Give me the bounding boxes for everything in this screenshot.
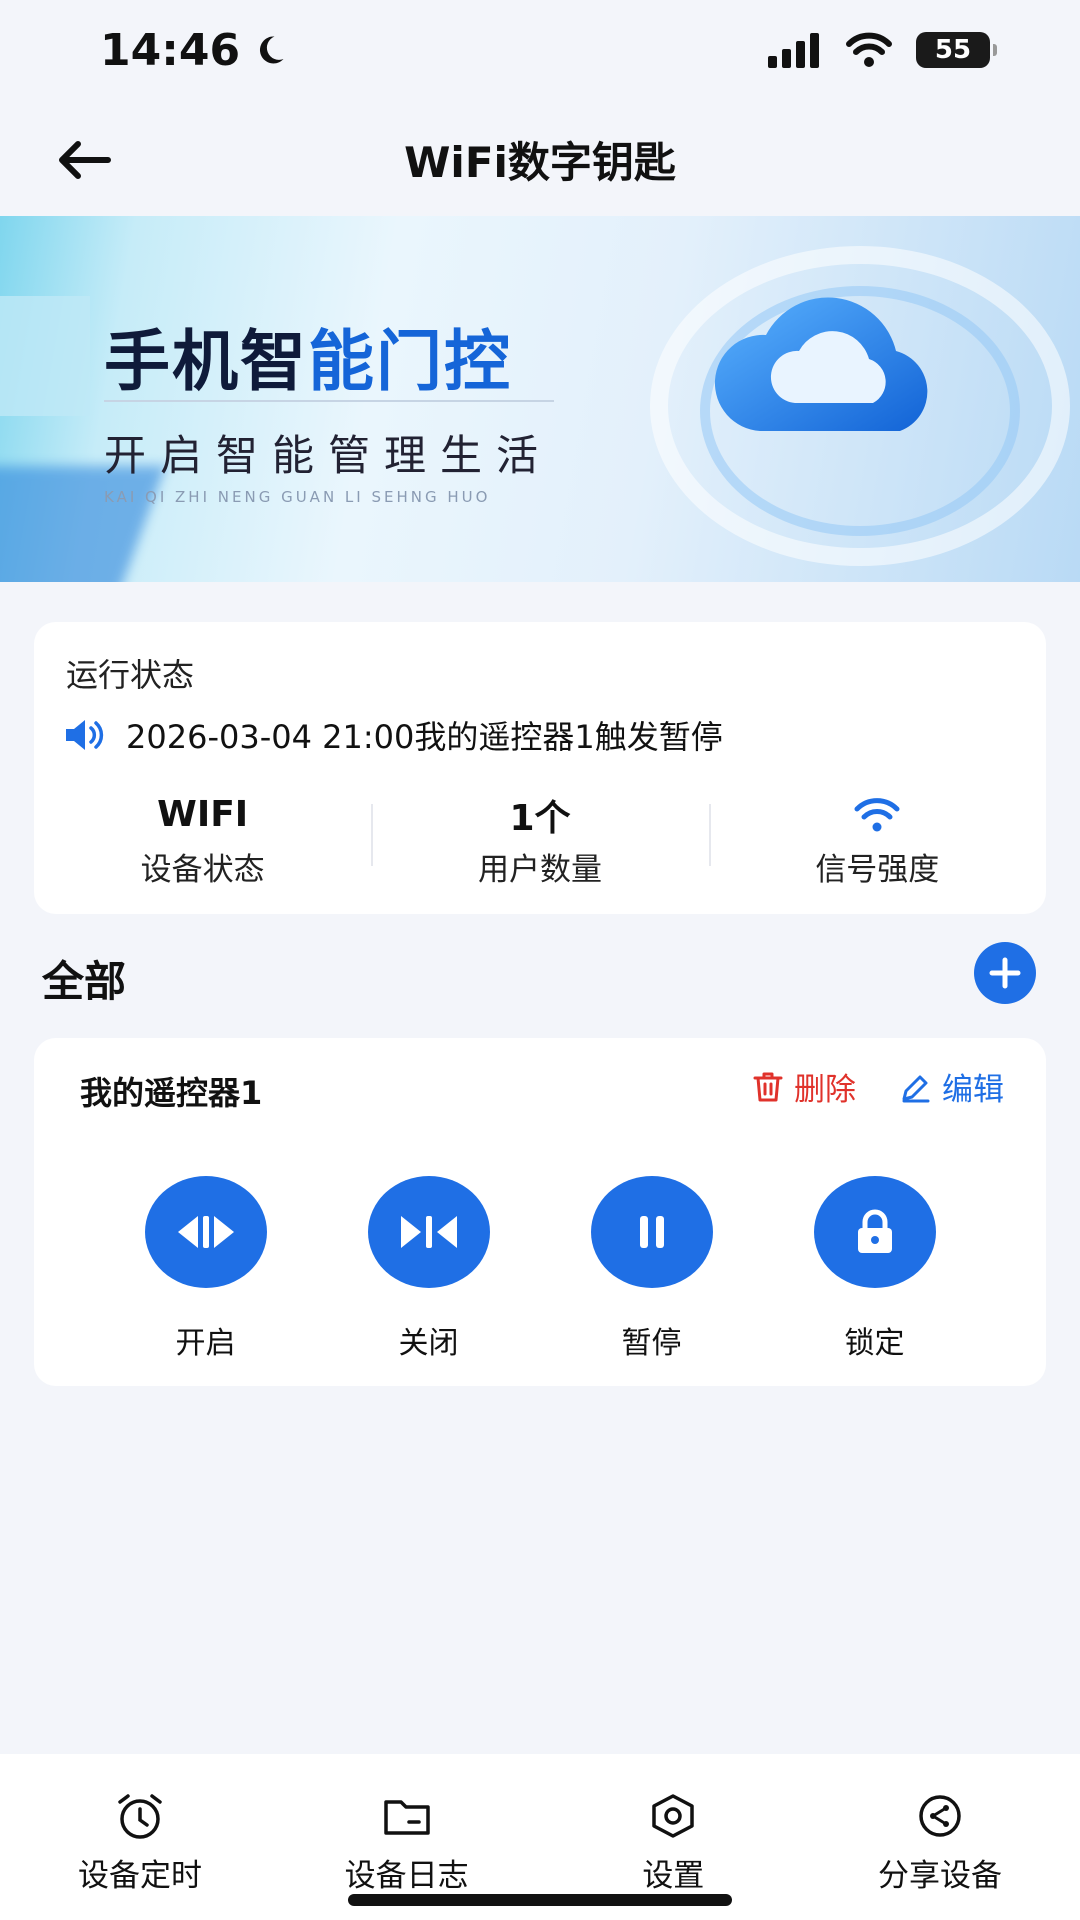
hexagon-settings-icon: [652, 1794, 695, 1838]
close-label: 关闭: [398, 1326, 459, 1361]
banner-subtitle: 开启智能管理生活: [104, 431, 553, 480]
status-time: 14:46: [100, 25, 288, 76]
control-lock[interactable]: 锁定: [805, 1176, 945, 1362]
status-card-label: 运行状态: [66, 656, 195, 694]
page-title: WiFi数字钥匙: [404, 137, 676, 187]
control-close[interactable]: 关闭: [359, 1176, 499, 1362]
tab-label: 设备日志: [344, 1858, 469, 1894]
stat-value: WIFI: [157, 794, 249, 835]
pencil-icon: [902, 1075, 930, 1102]
back-button[interactable]: [52, 128, 116, 192]
lock-button[interactable]: [813, 1176, 936, 1288]
wifi-icon: [846, 32, 892, 67]
clock-text: 14:46: [100, 24, 241, 76]
banner-title-part2: 能门控: [308, 323, 512, 400]
wifi-signal-icon: [854, 797, 900, 831]
add-device-button[interactable]: [974, 942, 1036, 1004]
control-pause[interactable]: 暂停: [582, 1176, 722, 1362]
stat-value: 1个: [509, 797, 571, 839]
trash-icon: [753, 1072, 783, 1101]
stat-label: 用户数量: [477, 851, 602, 888]
device-controls: 开启 关闭 暂停 锁定: [34, 1176, 1046, 1362]
section-title: 全部: [42, 957, 127, 1006]
stat-label: 信号强度: [815, 851, 940, 888]
status-notice: 2026-03-04 21:00我的遥控器1触发暂停: [64, 712, 723, 758]
status-notice-text: 2026-03-04 21:00我的遥控器1触发暂停: [126, 718, 723, 756]
banner-title-part1: 手机智: [104, 323, 308, 400]
folder-icon: [383, 1800, 430, 1835]
tab-label: 设置: [642, 1858, 705, 1894]
speaker-icon: [66, 720, 104, 750]
stat-label: 设备状态: [140, 851, 265, 888]
device-actions: 删除 编辑: [752, 1064, 1004, 1109]
lock-icon: [857, 1209, 892, 1253]
stats-row: WIFI 设备状态 1个 用户数量 信号强度: [34, 790, 1046, 890]
pause-label: 暂停: [621, 1326, 682, 1361]
stat-user-count: 1个 用户数量: [371, 790, 708, 890]
edit-button[interactable]: 编辑: [900, 1064, 1004, 1109]
tab-label: 分享设备: [877, 1858, 1002, 1894]
status-indicators: 55: [768, 32, 997, 68]
alarm-clock-icon: [118, 1794, 162, 1839]
edit-label: 编辑: [942, 1072, 1004, 1108]
cloud-icon: [714, 297, 928, 431]
banner-pinyin: KAI QI ZHI NENG GUAN LI SEHNG HUO: [104, 488, 491, 506]
status-card: 运行状态 2026-03-04 21:00我的遥控器1触发暂停 WIFI 设备状…: [34, 622, 1046, 914]
moon-icon: [260, 36, 284, 64]
promo-banner: 手机智能门控 开启智能管理生活 KAI QI ZHI NENG GUAN LI …: [0, 216, 1080, 582]
device-card: 我的遥控器1 删除 编辑 开启 关闭 暂停 锁定: [34, 1038, 1046, 1386]
control-open[interactable]: 开启: [136, 1176, 276, 1362]
lock-label: 锁定: [844, 1326, 905, 1361]
nav-bar: WiFi数字钥匙: [0, 100, 1080, 218]
status-bar: 14:46 55: [0, 0, 1080, 100]
battery-level: 55: [934, 35, 972, 65]
home-indicator[interactable]: [348, 1894, 732, 1906]
open-label: 开启: [175, 1326, 236, 1361]
banner-divider: [104, 400, 554, 402]
tab-label: 设备定时: [78, 1858, 202, 1894]
close-button[interactable]: [367, 1176, 490, 1288]
delete-label: 删除: [794, 1072, 856, 1108]
tab-device-timer[interactable]: 设备定时: [40, 1754, 240, 1920]
share-icon: [919, 1795, 961, 1837]
pause-button[interactable]: [590, 1176, 713, 1288]
tab-share-device[interactable]: 分享设备: [840, 1754, 1040, 1920]
arrow-left-icon: [59, 141, 111, 179]
stat-device-status: WIFI 设备状态: [34, 790, 371, 890]
open-icon: [177, 1216, 234, 1248]
plus-icon: [989, 957, 1021, 989]
battery-indicator: 55: [916, 32, 997, 68]
close-doors-icon: [400, 1216, 457, 1248]
stat-signal-strength: 信号强度: [708, 790, 1046, 890]
banner-decoration: [0, 466, 166, 582]
open-button[interactable]: [144, 1176, 267, 1288]
pause-icon: [639, 1216, 664, 1248]
device-name: 我的遥控器1: [80, 1074, 263, 1112]
stat-value: [853, 792, 901, 838]
cellular-signal-icon: [768, 33, 819, 68]
banner-title: 手机智能门控: [104, 308, 512, 404]
banner-decoration: [0, 296, 90, 416]
delete-button[interactable]: 删除: [752, 1064, 856, 1109]
